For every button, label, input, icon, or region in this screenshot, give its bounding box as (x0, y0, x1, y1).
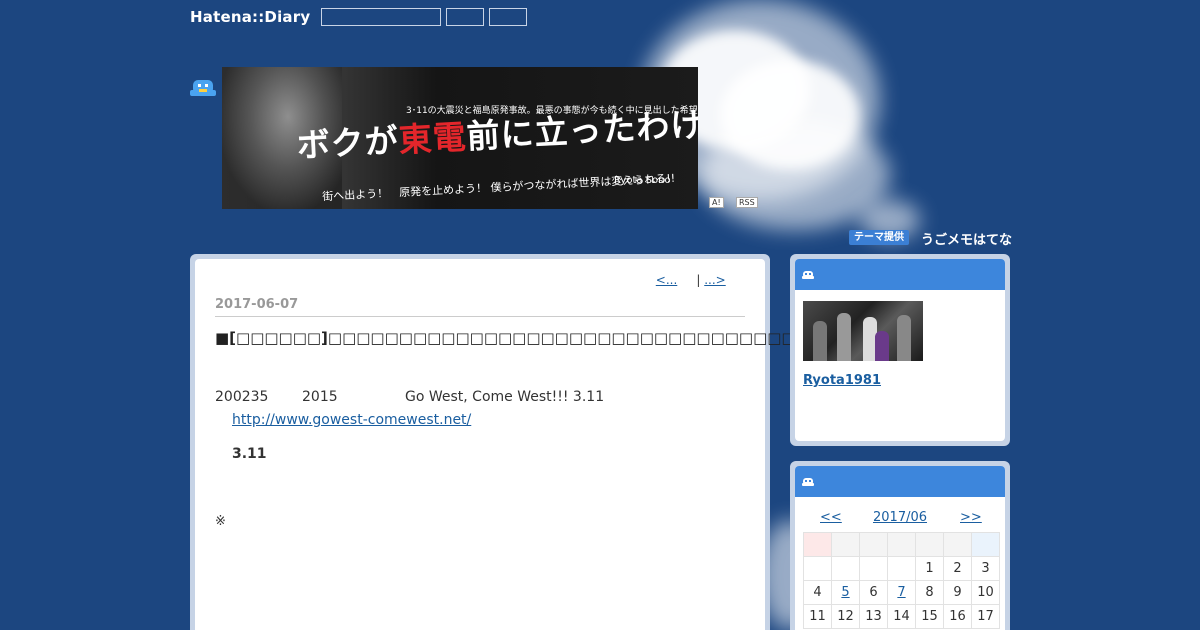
calendar-day-cell: 11 (803, 604, 832, 629)
calendar-day-cell: 15 (915, 604, 944, 629)
search-input[interactable] (321, 8, 442, 26)
calendar-week-row: 11 12 13 14 15 16 17 (803, 604, 1000, 629)
entry-note: ※ (215, 514, 226, 529)
photo-figure (837, 313, 851, 361)
pager: <... | ...> (656, 273, 741, 287)
calendar-dow-cell (803, 532, 832, 557)
calendar-day-cell: 3 (971, 556, 1000, 581)
main-content: <... | ...> 2017-06-07 ■[□□□□□□]□□□□□□□□… (195, 259, 887, 630)
calendar-day-cell: 7 (887, 580, 916, 605)
calendar-day-cell (831, 556, 860, 581)
top-bar: Hatena::Diary (190, 6, 528, 28)
entry-date: 2017-06-07 (215, 297, 745, 317)
calendar-week-row: 4 5 6 7 8 9 10 (803, 580, 1000, 605)
banner-title: ボクが東電前に立ったわけ (295, 98, 698, 167)
body-text-3: Go West, Come West!!! 3.11 (405, 389, 605, 405)
profile-panel: Ryota1981 (790, 254, 1010, 446)
calendar-day-cell: 1 (915, 556, 944, 581)
photo-figure (813, 321, 827, 361)
entry-body-line: 200235 2015 Go West, Come West!!! 3.11 (215, 389, 604, 405)
calendar-panel: << 2017/06 >> 1 2 3 4 5 6 7 8 9 10 11 12 13 14 15 16 17 (790, 461, 1010, 630)
calendar-dow-row (803, 532, 1000, 557)
calendar-day-cell (887, 556, 916, 581)
calendar-table: 1 2 3 4 5 6 7 8 9 10 11 12 13 14 15 16 17 (803, 532, 1000, 629)
calendar-dow-cell (887, 532, 916, 557)
main-content-panel: <... | ...> 2017-06-07 ■[□□□□□□]□□□□□□□□… (190, 254, 887, 630)
calendar-day-cell: 10 (971, 580, 1000, 605)
calendar-next-link[interactable]: >> (960, 510, 982, 525)
calendar-dow-cell (859, 532, 888, 557)
calendar-dow-cell (971, 532, 1000, 557)
banner-author: Ryota Sono (614, 175, 671, 186)
calendar-day-cell: 14 (887, 604, 916, 629)
calendar-box: << 2017/06 >> 1 2 3 4 5 6 7 8 9 10 11 12 13 14 15 16 17 (795, 466, 1005, 630)
photo-figure (897, 315, 911, 361)
calendar-dow-cell (943, 532, 972, 557)
profile-name-link[interactable]: Ryota1981 (803, 373, 881, 388)
calendar-day-cell: 4 (803, 580, 832, 605)
body-text-1: 200235 (215, 389, 269, 405)
banner-title-pre: ボクが (295, 120, 400, 166)
calendar-day-link[interactable]: 7 (897, 585, 905, 600)
hatena-bird-icon (802, 271, 814, 279)
calendar-day-cell: 9 (943, 580, 972, 605)
calendar-day-cell: 12 (831, 604, 860, 629)
calendar-day-cell: 5 (831, 580, 860, 605)
diary-button[interactable] (489, 8, 528, 26)
calendar-day-cell (859, 556, 888, 581)
calendar-day-link[interactable]: 5 (841, 585, 849, 600)
header-banner[interactable]: 3･11の大震災と福島原発事故。最悪の事態が今も続く中に見出した希望 ボクが東電… (222, 67, 698, 209)
pager-separator: | (696, 273, 701, 287)
profile-photo[interactable] (803, 301, 923, 361)
calendar-day-cell: 2 (943, 556, 972, 581)
calendar-header (795, 466, 1005, 497)
calendar-day-cell (803, 556, 832, 581)
entry-title: ■[□□□□□□]□□□□□□□□□□□□□□□□□□□□□□□□□□□□□□□… (215, 329, 887, 347)
calendar-day-cell: 13 (859, 604, 888, 629)
banner-title-red: 東電 (397, 117, 468, 160)
calendar-month-link[interactable]: 2017/06 (873, 510, 927, 525)
calendar-dow-cell (831, 532, 860, 557)
calendar-dow-cell (915, 532, 944, 557)
calendar-day-cell: 17 (971, 604, 1000, 629)
calendar-day-cell: 16 (943, 604, 972, 629)
entry-strong-text: 3.11 (232, 446, 267, 462)
calendar-day-cell: 8 (915, 580, 944, 605)
search-button[interactable] (446, 8, 485, 26)
profile-header (795, 259, 1005, 290)
entry-title-text: ■[□□□□□□]□□□□□□□□□□□□□□□□□□□□□□□□□□□□□□□… (215, 329, 867, 347)
hatena-bird-icon (190, 80, 216, 96)
body-text-2: 2015 (302, 389, 338, 405)
hatena-bird-icon (802, 478, 814, 486)
banner-title-post: 前に立ったわけ (465, 104, 698, 157)
hatena-diary-logo[interactable]: Hatena::Diary (190, 8, 310, 26)
gowest-link[interactable]: http://www.gowest-comewest.net/ (232, 412, 471, 428)
calendar-week-row: 123 (803, 556, 1000, 581)
calendar-day-cell: 6 (859, 580, 888, 605)
rss-badge[interactable]: RSS (736, 197, 758, 208)
photo-figure (875, 331, 889, 361)
theme-badge: テーマ提供 (849, 230, 909, 245)
prev-link[interactable]: <... (656, 273, 678, 287)
next-link[interactable]: ...> (704, 273, 726, 287)
calendar-body: 1 2 3 4 5 6 7 8 9 10 11 12 13 14 15 16 17 (803, 556, 1000, 629)
profile-box: Ryota1981 (795, 259, 1005, 441)
theme-name-link[interactable]: うごメモはてな (921, 229, 1012, 248)
antenna-badge[interactable]: A! (709, 197, 724, 208)
calendar-prev-link[interactable]: << (820, 510, 842, 525)
